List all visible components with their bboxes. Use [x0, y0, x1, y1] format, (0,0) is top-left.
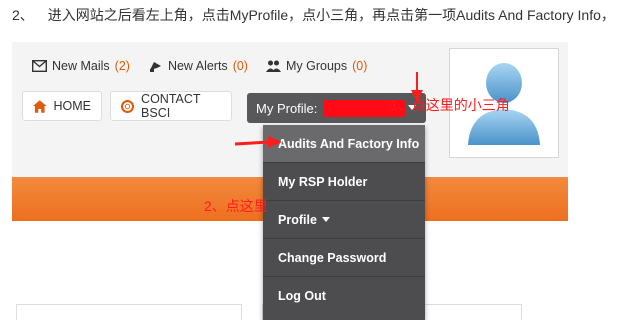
annotation-step-2: 2、点这里 — [204, 198, 268, 214]
instruction-text: 进入网站之后看左上角，点击MyProfile，点小三角，再点击第一项Audits… — [47, 7, 615, 23]
annotation-arrows — [234, 72, 423, 148]
instruction-line: 2、 进入网站之后看左上角，点击MyProfile，点小三角，再点击第一项Audi… — [12, 4, 624, 26]
annotation-step-1: 1、点这里的小三角 — [390, 97, 510, 113]
instruction-number: 2、 — [12, 7, 34, 23]
website-screenshot: New Mails (2) New Alerts (0) My Groups (0) … — [12, 42, 568, 320]
